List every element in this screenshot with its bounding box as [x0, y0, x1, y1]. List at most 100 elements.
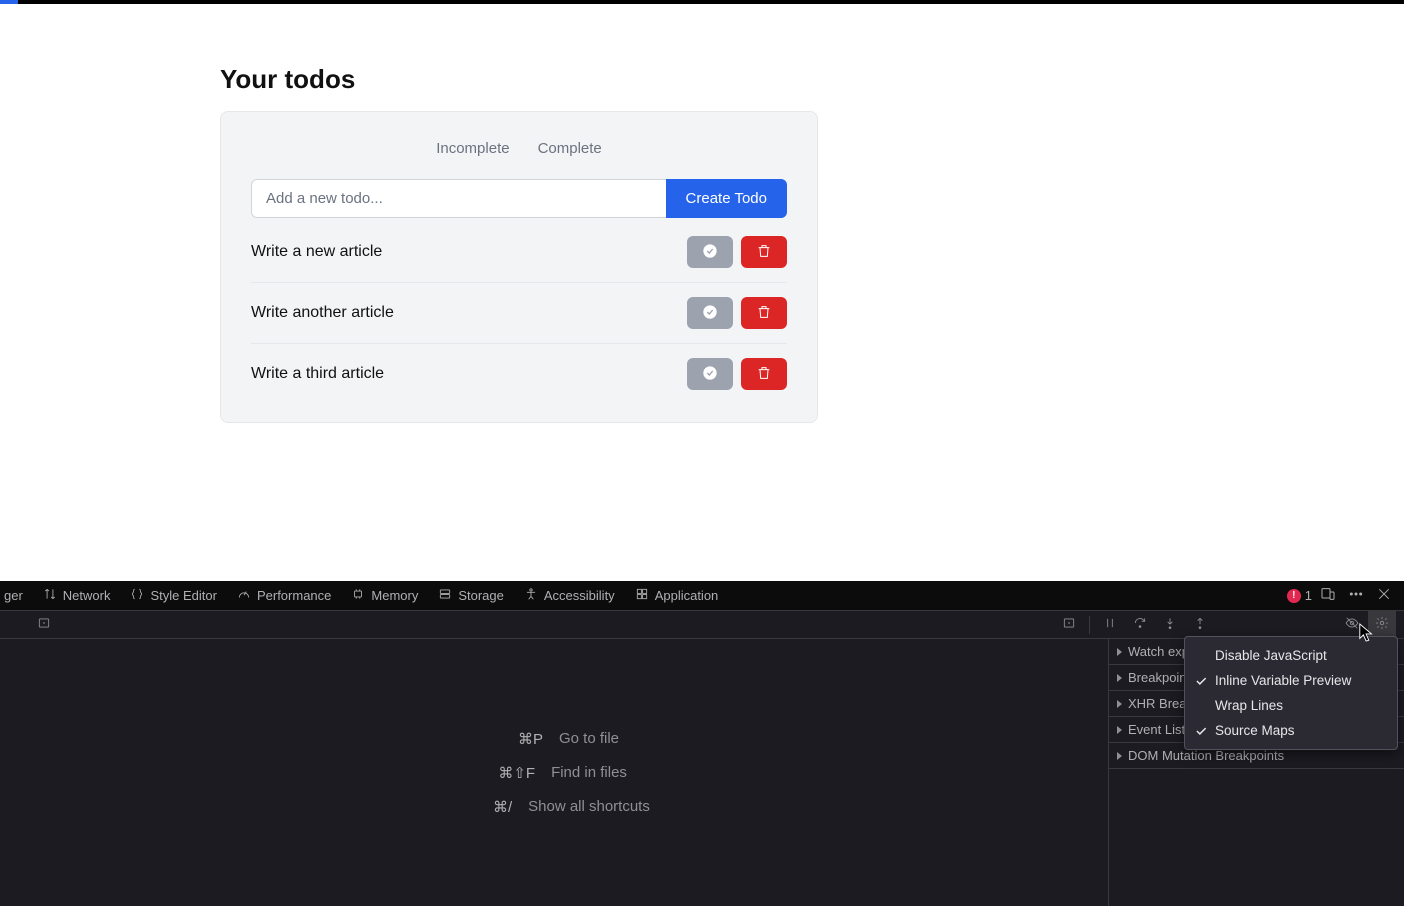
- devices-icon: [1320, 586, 1336, 605]
- tab-label: Network: [63, 588, 111, 603]
- devtools-tabs-left: ger Network Style Editor Performance Mem…: [0, 581, 728, 610]
- menu-inline-variable-preview[interactable]: Inline Variable Preview: [1185, 668, 1397, 693]
- menu-wrap-lines[interactable]: Wrap Lines: [1185, 693, 1397, 718]
- tab-memory[interactable]: Memory: [341, 581, 428, 610]
- tab-network[interactable]: Network: [33, 581, 121, 610]
- tab-performance[interactable]: Performance: [227, 581, 341, 610]
- trash-icon: [756, 365, 772, 384]
- create-todo-row: Create Todo: [251, 179, 787, 218]
- todo-text: Write a third article: [251, 365, 679, 383]
- delete-button[interactable]: [741, 297, 787, 329]
- tab-label: Accessibility: [544, 588, 615, 603]
- close-icon: [1376, 586, 1392, 605]
- shortcut-find-in-files: ⌘⇧F Find in files: [481, 764, 627, 782]
- check-icon: [1194, 674, 1208, 688]
- chevron-right-icon: [1117, 700, 1122, 708]
- menu-label: Source Maps: [1215, 723, 1295, 738]
- shortcut-key: ⌘/: [458, 798, 512, 816]
- shortcut-label: Go to file: [559, 730, 619, 747]
- debugger-settings-menu: Disable JavaScript Inline Variable Previ…: [1184, 636, 1398, 750]
- editor-empty-state: ⌘P Go to file ⌘⇧F Find in files ⌘/ Show …: [0, 639, 1108, 906]
- tab-debugger[interactable]: ger: [0, 581, 33, 610]
- tab-label: Style Editor: [150, 588, 216, 603]
- tab-label: ger: [4, 588, 23, 603]
- step-in-icon: [1163, 616, 1177, 633]
- error-icon: [1287, 589, 1301, 603]
- tab-label: Application: [655, 588, 719, 603]
- more-icon: [1348, 586, 1364, 605]
- devtools-tab-bar: ger Network Style Editor Performance Mem…: [0, 581, 1404, 611]
- storage-icon: [438, 587, 452, 604]
- debugger-settings-button[interactable]: [1368, 611, 1396, 639]
- progress-indicator: [0, 0, 18, 4]
- panel-expand-icon: [1062, 616, 1076, 633]
- close-devtools-button[interactable]: [1372, 584, 1396, 608]
- memory-icon: [351, 587, 365, 604]
- delete-button[interactable]: [741, 236, 787, 268]
- shortcut-label: Find in files: [551, 764, 627, 781]
- filter-tabs: Incomplete Complete: [251, 140, 787, 157]
- menu-label: Inline Variable Preview: [1215, 673, 1351, 688]
- error-count[interactable]: 1: [1287, 588, 1312, 603]
- delete-button[interactable]: [741, 358, 787, 390]
- menu-disable-javascript[interactable]: Disable JavaScript: [1185, 643, 1397, 668]
- section-label: DOM Mutation Breakpoints: [1128, 748, 1284, 763]
- todos-card: Incomplete Complete Create Todo Write a …: [220, 111, 818, 423]
- menu-source-maps[interactable]: Source Maps: [1185, 718, 1397, 743]
- check-circle-icon: [702, 365, 718, 384]
- outline-toggle-button[interactable]: [30, 611, 58, 639]
- more-button[interactable]: [1344, 584, 1368, 608]
- todo-row: Write a third article: [251, 344, 787, 404]
- tab-application[interactable]: Application: [625, 581, 729, 610]
- todo-row: Write a new article: [251, 222, 787, 283]
- gauge-icon: [237, 587, 251, 604]
- braces-icon: [130, 587, 144, 604]
- chevron-right-icon: [1117, 752, 1122, 760]
- step-out-icon: [1193, 616, 1207, 633]
- shortcut-show-all: ⌘/ Show all shortcuts: [458, 798, 650, 816]
- todo-row: Write another article: [251, 283, 787, 344]
- network-icon: [43, 587, 57, 604]
- panel-collapse-icon: [37, 616, 51, 633]
- responsive-mode-button[interactable]: [1316, 584, 1340, 608]
- accessibility-icon: [524, 587, 538, 604]
- step-over-button[interactable]: [1126, 611, 1154, 639]
- menu-label: Disable JavaScript: [1215, 648, 1327, 663]
- check-circle-icon: [702, 304, 718, 323]
- menu-label: Wrap Lines: [1215, 698, 1283, 713]
- devtools-tabs-right: 1: [1287, 581, 1404, 610]
- deactivate-breakpoints-button[interactable]: [1338, 611, 1366, 639]
- step-out-button[interactable]: [1186, 611, 1214, 639]
- tab-label: Performance: [257, 588, 331, 603]
- separator: [1089, 616, 1090, 634]
- step-in-button[interactable]: [1156, 611, 1184, 639]
- complete-button[interactable]: [687, 297, 733, 329]
- chevron-right-icon: [1117, 648, 1122, 656]
- create-todo-button[interactable]: Create Todo: [666, 179, 787, 218]
- new-todo-input[interactable]: [251, 179, 666, 218]
- shortcut-key: ⌘⇧F: [481, 764, 535, 782]
- todo-text: Write another article: [251, 304, 679, 322]
- tab-incomplete[interactable]: Incomplete: [436, 140, 509, 157]
- chevron-right-icon: [1117, 674, 1122, 682]
- trash-icon: [756, 243, 772, 262]
- pause-button[interactable]: [1096, 611, 1124, 639]
- trash-icon: [756, 304, 772, 323]
- expand-panes-button[interactable]: [1055, 611, 1083, 639]
- shortcut-key: ⌘P: [489, 730, 543, 748]
- tab-label: Memory: [371, 588, 418, 603]
- step-over-icon: [1133, 616, 1147, 633]
- tab-style-editor[interactable]: Style Editor: [120, 581, 226, 610]
- chevron-right-icon: [1117, 726, 1122, 734]
- gear-icon: [1375, 616, 1389, 633]
- tab-accessibility[interactable]: Accessibility: [514, 581, 625, 610]
- app-content: Your todos Incomplete Complete Create To…: [0, 4, 1404, 423]
- tab-complete[interactable]: Complete: [538, 140, 602, 157]
- tab-storage[interactable]: Storage: [428, 581, 514, 610]
- application-icon: [635, 587, 649, 604]
- complete-button[interactable]: [687, 358, 733, 390]
- pause-icon: [1103, 616, 1117, 633]
- check-circle-icon: [702, 243, 718, 262]
- check-icon: [1194, 724, 1208, 738]
- complete-button[interactable]: [687, 236, 733, 268]
